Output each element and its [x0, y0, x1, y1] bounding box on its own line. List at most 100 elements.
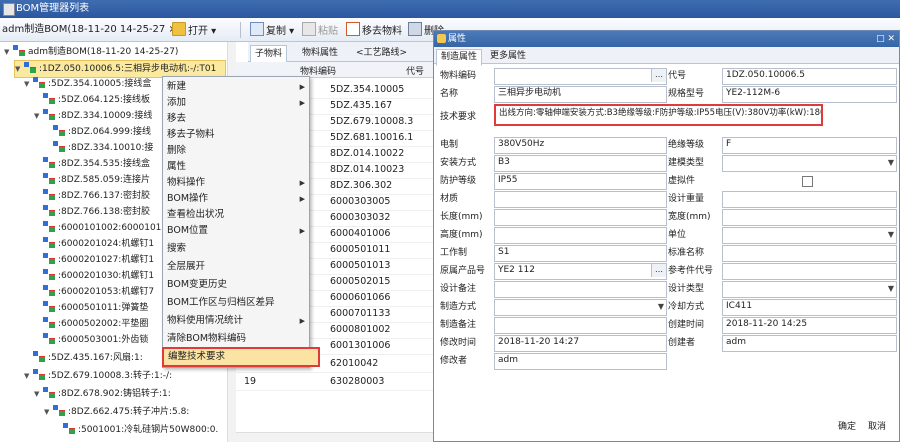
height-field[interactable]	[494, 227, 667, 244]
col-code[interactable]: 代号	[406, 64, 424, 77]
label-spec: 规格型号	[668, 89, 705, 99]
submenu-arrow-icon: ▶	[299, 179, 305, 187]
label-mount: 安装方式	[440, 158, 477, 168]
menu-item-search[interactable]: 搜索	[163, 241, 313, 257]
grid-scrollbar[interactable]	[236, 432, 433, 442]
tech-req-field[interactable]: 出线方向:零轴伸端安装方式:B3绝缘等级:F防护等级:IP55电压(V):380…	[494, 104, 823, 126]
model-type-select[interactable]: ▼	[722, 155, 897, 172]
open-button[interactable]: 打开 ▾	[172, 22, 216, 38]
tree-node[interactable]: ▼:8DZ.334.10009:接线	[34, 108, 152, 124]
menu-item-workspace-diff[interactable]: BOM工作区与归档区差异	[163, 295, 313, 311]
design-note-field[interactable]	[494, 281, 667, 298]
menu-item-usage-stats[interactable]: 物料使用情况统计 ▶	[163, 313, 313, 329]
tab-more-props[interactable]: 更多属性	[486, 49, 530, 64]
menu-item-material-ops[interactable]: 物料操作 ▶	[163, 175, 313, 191]
tab-manufacturing[interactable]: 制造属性	[436, 49, 483, 66]
tree-node[interactable]: :6000201053:机螺钉7	[34, 284, 154, 300]
tree-node[interactable]: :6000503001:外齿锁	[34, 332, 148, 348]
created-time-field[interactable]: 2018-11-20 14:25	[722, 317, 897, 334]
tree-node[interactable]: :6000101002:6000101	[34, 220, 161, 236]
insulation-field[interactable]: F	[722, 137, 897, 154]
tree-node[interactable]: ▼:8DZ.662.475:转子冲片:5.8:	[44, 404, 189, 420]
modifier-field[interactable]: adm	[494, 353, 667, 370]
document-tab[interactable]: adm制造BOM(18-11-20 14-25-27 ×	[2, 22, 177, 38]
tree-node[interactable]: :6000502002:平垫圈	[34, 316, 148, 332]
spec-field[interactable]: YE2-112M-6	[722, 86, 897, 103]
ok-button[interactable]: 确定	[838, 419, 856, 435]
close-icon[interactable]: □ ✕	[876, 31, 895, 47]
tab-material-props[interactable]: 物料属性	[298, 45, 342, 61]
design-weight-field[interactable]	[722, 191, 897, 208]
menu-item-bom-ops[interactable]: BOM操作 ▶	[163, 191, 313, 207]
tree-node[interactable]: :8DZ.334.10010:接	[44, 140, 153, 156]
menu-item-change-history[interactable]: BOM变更历史	[163, 277, 313, 293]
cooling-field[interactable]: IC411	[722, 299, 897, 316]
browse-icon[interactable]: …	[651, 264, 666, 277]
menu-item-properties[interactable]: 属性	[163, 159, 313, 175]
virtual-checkbox[interactable]	[802, 176, 813, 187]
std-name-field[interactable]	[722, 245, 897, 262]
product-no-field[interactable]: YE2 112…	[494, 263, 667, 280]
tree-node[interactable]: ▼:5DZ.679.10008.3:转子:1:-/:	[24, 368, 172, 384]
tree-node[interactable]: :6000201030:机螺钉1	[34, 268, 154, 284]
menu-item-new[interactable]: 新建 ▶	[163, 79, 313, 95]
chevron-down-icon: ▼	[657, 302, 664, 311]
menu-item-clear-codes[interactable]: 清除BOM物料编码	[163, 331, 313, 347]
menu-item-bom-location[interactable]: BOM位置 ▶	[163, 223, 313, 239]
ref-code-field[interactable]	[722, 263, 897, 280]
tree-node[interactable]: :8DZ.766.137:密封胶	[34, 188, 150, 204]
cancel-button[interactable]: 取消	[868, 419, 886, 435]
paste-button[interactable]: 粘贴	[302, 22, 338, 38]
menu-item-expand-all[interactable]: 全层展开	[163, 259, 313, 275]
code-field[interactable]: 1DZ.050.10006.5	[722, 68, 897, 85]
length-field[interactable]	[494, 209, 667, 226]
tab-process-route[interactable]: <工艺路线>	[352, 45, 411, 61]
label-mfg-method: 制造方式	[440, 302, 477, 312]
material-code-field[interactable]: …	[494, 68, 667, 85]
tree-node[interactable]: :8DZ.064.999:接线	[44, 124, 151, 140]
modified-time-field[interactable]: 2018-11-20 14:27	[494, 335, 667, 352]
copy-button[interactable]: 复制 ▾	[250, 22, 294, 38]
design-type-select[interactable]: ▼	[722, 281, 897, 298]
dialog-icon	[437, 34, 446, 43]
label-design-weight: 设计重量	[668, 194, 705, 204]
tree-node[interactable]: :8DZ.585.059:连接片	[34, 172, 150, 188]
work-no-field[interactable]: S1	[494, 245, 667, 262]
mount-field[interactable]: B3	[494, 155, 667, 172]
tree-node[interactable]: :6000201024:机螺钉1	[34, 236, 154, 252]
tree-node[interactable]: :6000201027:机螺钉1	[34, 252, 154, 268]
power-field[interactable]: 380V50Hz	[494, 137, 667, 154]
tree-node[interactable]: ▼:8DZ.678.902:铸铝转子:1:	[34, 386, 171, 402]
expand-icon[interactable]: ▼	[4, 44, 13, 60]
mfg-note-field[interactable]	[494, 317, 667, 334]
tree-node[interactable]: :6000501011:弹簧垫	[34, 300, 148, 316]
menu-item-checkout-status[interactable]: 查看检出状况	[163, 207, 313, 223]
label-unit: 单位	[668, 230, 687, 240]
browse-icon[interactable]: …	[651, 69, 666, 82]
submenu-arrow-icon: ▶	[299, 227, 305, 235]
mfg-method-select[interactable]: ▼	[494, 299, 667, 316]
tree-node[interactable]: :5001001:冷轧硅钢片50W800:0.	[54, 422, 218, 438]
menu-item-remove[interactable]: 移去	[163, 111, 313, 127]
menu-item-delete[interactable]: 删除	[163, 143, 313, 159]
tab-sub-materials[interactable]: 子物料	[250, 45, 288, 63]
tree-node[interactable]: :8DZ.766.138:密封胶	[34, 204, 150, 220]
tree-node[interactable]: :5DZ.435.167:风扇:1:	[24, 350, 143, 366]
width-field[interactable]	[722, 209, 897, 226]
tree-node[interactable]: ▼:5DZ.354.10005:接线盒	[24, 76, 151, 92]
menu-item-edit-tech-req[interactable]: 编整技术要求	[162, 347, 320, 367]
window-title: BOM管理器列表	[16, 3, 90, 14]
name-field[interactable]: 三相异步电动机	[494, 86, 667, 103]
creator-field[interactable]: adm	[722, 335, 897, 352]
tree-root[interactable]: ▼ adm制造BOM(18-11-20 14-25-27)	[4, 44, 178, 60]
tree-node[interactable]: :8DZ.354.535:接线盒	[34, 156, 150, 172]
protection-field[interactable]: IP55	[494, 173, 667, 190]
menu-item-add[interactable]: 添加 ▶	[163, 95, 313, 111]
move-material-button[interactable]: 移去物料	[346, 22, 402, 38]
label-material: 材质	[440, 194, 459, 204]
tree-node[interactable]: :5DZ.064.125:接线板	[34, 92, 150, 108]
menu-item-remove-children[interactable]: 移去子物料	[163, 127, 313, 143]
table-row[interactable]: 19 630280003	[236, 374, 433, 391]
unit-select[interactable]: ▼	[722, 227, 897, 244]
material-field[interactable]	[494, 191, 667, 208]
